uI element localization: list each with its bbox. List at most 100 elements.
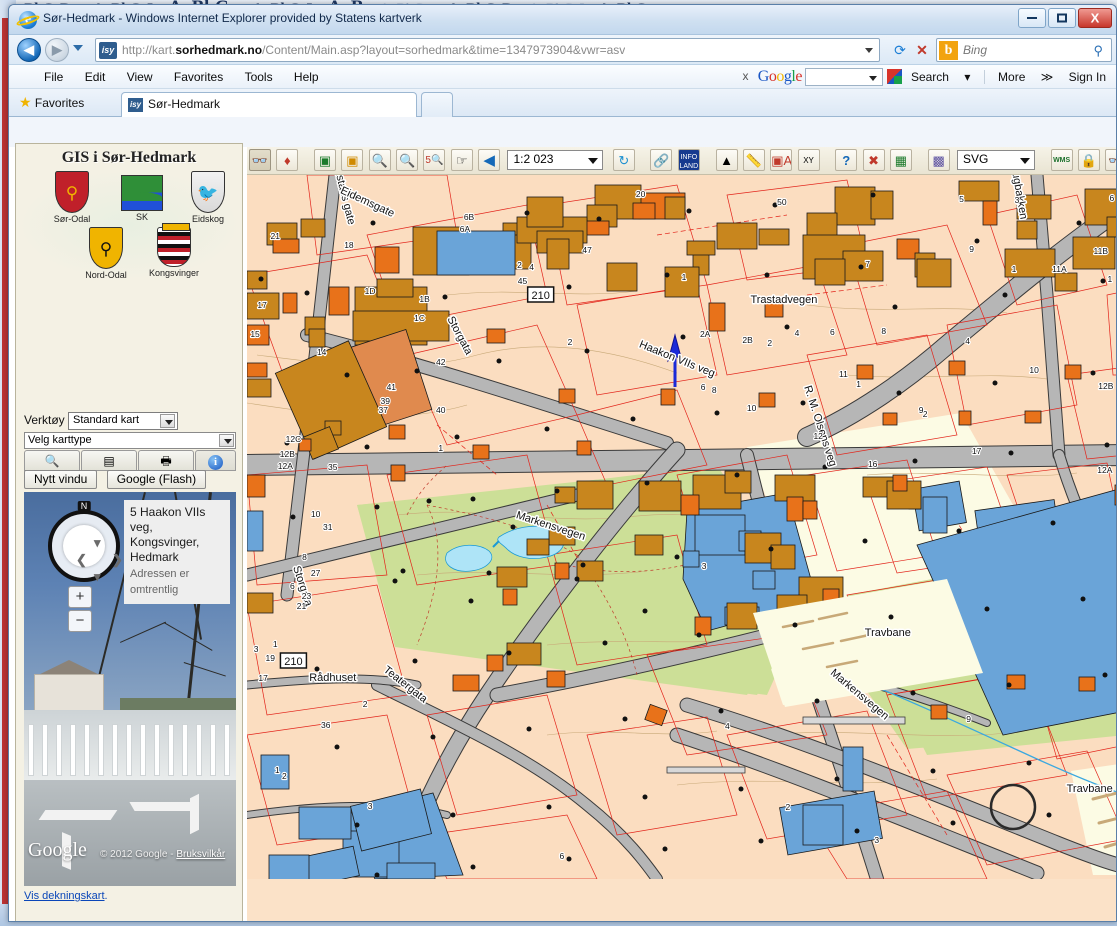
chevron-down-icon[interactable] <box>160 414 176 428</box>
google-more-button[interactable]: More <box>992 70 1031 84</box>
draw-line-tool[interactable]: ✖ <box>862 149 885 171</box>
zoom-in-button[interactable]: + <box>68 586 92 608</box>
map-building-number: 5 <box>959 194 964 204</box>
coordinate-tool[interactable]: XY <box>797 149 820 171</box>
wms-tool[interactable]: WMS <box>1050 149 1073 171</box>
crest-label: Nord-Odal <box>85 270 127 280</box>
panel-tab-list[interactable]: ▤ <box>81 450 137 471</box>
crest-sor-odal[interactable]: ⚲ Sør-Odal <box>40 171 104 224</box>
refresh-icon[interactable]: ⟳ <box>890 40 910 60</box>
google-signin-button[interactable]: Sign In <box>1063 70 1112 84</box>
map-building-number: 19 <box>265 653 275 663</box>
search-box[interactable]: b Bing ⚲ <box>936 38 1112 62</box>
chevron-down-icon[interactable] <box>869 75 878 81</box>
chevron-down-icon[interactable] <box>219 434 234 447</box>
measure-area-tool[interactable]: 📏 <box>742 149 765 171</box>
google-watermark: Google <box>28 839 87 861</box>
crest-nord-odal[interactable]: ⚲ Nord-Odal <box>74 227 138 280</box>
map-building-number: 6 <box>290 581 295 591</box>
map-route-number: 210 <box>531 290 549 302</box>
navigation-bar: ◀ ▶ isy http://kart.sorhedmark.no/Conten… <box>9 35 1116 65</box>
map-scale-select[interactable]: 1:2 023 <box>507 150 604 170</box>
karttype-select[interactable]: Velg karttype <box>24 432 236 449</box>
map-building-number: 2 <box>568 337 573 347</box>
menu-file[interactable]: File <box>35 69 72 85</box>
infoland-tool[interactable]: INFO LAND <box>677 149 700 171</box>
zoom-out-button[interactable]: − <box>68 610 92 632</box>
panel-tab-search[interactable]: 🔍 <box>24 450 80 471</box>
nytt-vindu-button[interactable]: Nytt vindu <box>24 470 98 489</box>
favorites-button[interactable]: ★ Favorites <box>19 94 84 111</box>
help-tool[interactable]: ? <box>835 149 858 171</box>
crest-eidskog[interactable]: 🐦 Eidskog <box>176 171 240 224</box>
google-search-caret-icon[interactable]: ▾ <box>958 70 976 84</box>
minimize-button[interactable] <box>1018 8 1046 28</box>
zoom-full-extent-tool[interactable]: ▣ <box>314 149 337 171</box>
menu-favorites[interactable]: Favorites <box>165 69 232 85</box>
menu-edit[interactable]: Edit <box>76 69 115 85</box>
zoom-window-tool[interactable]: 🔍 <box>368 149 391 171</box>
google-toolbar-close-button[interactable]: x <box>736 69 754 83</box>
panel-tab-info[interactable]: i <box>195 450 236 471</box>
back-button[interactable]: ◀ <box>17 38 41 62</box>
coverage-map-link[interactable]: Vis dekningskart. <box>24 890 108 902</box>
crest-sk[interactable]: SK <box>110 173 174 222</box>
map-format-select[interactable]: SVG <box>956 150 1035 170</box>
tab-sor-hedmark[interactable]: isy Sør-Hedmark <box>121 92 417 117</box>
stop-icon[interactable]: ✕ <box>912 40 932 60</box>
street-view-panel[interactable]: N ▾ ▾ ❮ ❯ + − 5 Haakon VIIs veg, Kongsvi… <box>24 492 236 886</box>
menu-help[interactable]: Help <box>285 69 328 85</box>
zoom-out-tool[interactable]: 🔍 <box>396 149 419 171</box>
select-layer-tool[interactable]: ♦ <box>276 149 299 171</box>
lock-tool[interactable]: 🔒 <box>1077 149 1100 171</box>
pan-left-icon[interactable]: ❮ <box>76 552 87 568</box>
history-dropdown-icon[interactable] <box>73 45 83 51</box>
map-building-number: 47 <box>582 245 592 255</box>
table-export-tool[interactable]: ▦ <box>889 149 912 171</box>
chevron-double-right-icon[interactable]: ≫ <box>1035 70 1060 84</box>
street-view-compass[interactable]: N ▾ ▾ ❮ ❯ <box>48 501 123 584</box>
map-building-number: 2A <box>700 329 711 339</box>
chevron-down-icon[interactable] <box>588 158 599 164</box>
panel-tab-print[interactable]: 🖶 <box>138 450 194 471</box>
back-arrow-tool[interactable]: ◀ <box>478 149 501 171</box>
map-building-number: 12A <box>1097 465 1112 475</box>
google-flash-button[interactable]: Google (Flash) <box>106 470 207 489</box>
pan-binoculars-tool[interactable]: 👓 <box>249 149 271 171</box>
google-search-button[interactable]: Search <box>905 70 955 84</box>
menu-view[interactable]: View <box>118 69 162 85</box>
map-building-number: 3 <box>1015 195 1020 205</box>
database-query-tool[interactable]: ▩ <box>927 149 950 171</box>
measure-distance-tool[interactable]: ▣A <box>770 149 793 171</box>
address-dropdown-icon[interactable] <box>865 48 873 53</box>
google-search-input[interactable] <box>805 67 884 86</box>
terrain-profile-tool[interactable]: ▲ <box>715 149 738 171</box>
compass-pan-control[interactable]: ▾ ▾ ❮ ❯ <box>63 525 123 584</box>
close-button[interactable]: X <box>1078 8 1112 28</box>
chevron-down-icon[interactable] <box>1019 158 1030 164</box>
pan-up-icon[interactable]: ▾ <box>94 535 101 551</box>
link-tool[interactable]: 🔗 <box>650 149 673 171</box>
pan-down-icon[interactable]: ▾ <box>94 569 101 585</box>
address-bar[interactable]: isy http://kart.sorhedmark.no/Content/Ma… <box>95 38 880 62</box>
terms-link[interactable]: Bruksvilkår <box>176 849 225 860</box>
map-building-number: 2 <box>767 338 772 348</box>
binoculars-2-tool[interactable]: 👓 <box>1105 149 1116 171</box>
map-building-number: 2 <box>923 409 928 419</box>
crest-kongsvinger[interactable]: Kongsvinger <box>142 223 206 278</box>
verktoy-select[interactable]: Standard kart <box>68 412 179 430</box>
forward-button[interactable]: ▶ <box>45 38 69 62</box>
pan-hand-tool[interactable]: ☞ <box>450 149 473 171</box>
street-view-zoom-control: + − <box>68 586 92 634</box>
maximize-button[interactable] <box>1048 8 1076 28</box>
map-building-number: 12 <box>813 431 823 441</box>
menu-tools[interactable]: Tools <box>236 69 282 85</box>
pan-right-icon[interactable]: ❯ <box>112 552 123 568</box>
map-canvas[interactable]: .land{fill:#fbddc0;} .green{fill:#ccdf97… <box>247 175 1116 921</box>
zoom-previous-extent-tool[interactable]: ▣ <box>341 149 364 171</box>
refresh-map-tool[interactable]: ↻ <box>612 149 635 171</box>
new-tab-button[interactable] <box>421 92 453 117</box>
search-icon[interactable]: ⚲ <box>1093 43 1103 59</box>
zoom-out-5-tool[interactable]: 5🔍 <box>423 149 446 171</box>
shield-icon <box>157 223 191 267</box>
